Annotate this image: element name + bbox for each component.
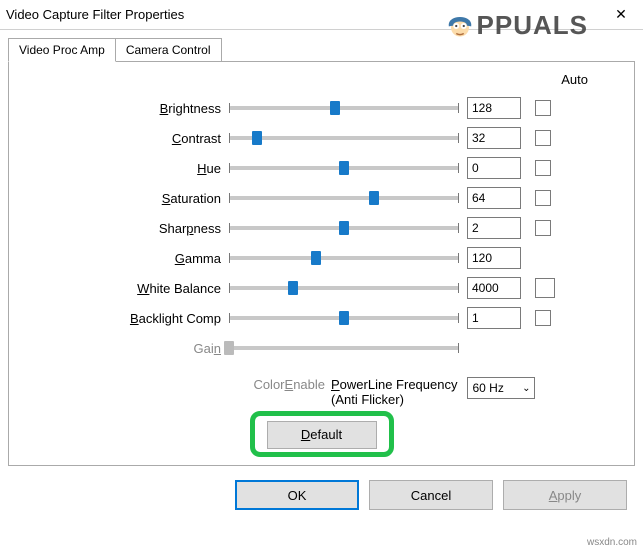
sub-row: ColorEnable PowerLine Frequency (Anti Fl… xyxy=(21,377,622,407)
row-gamma: Gamma xyxy=(21,243,622,273)
tab-strip: Video Proc Amp Camera Control xyxy=(8,38,635,62)
contrast-slider-thumb[interactable] xyxy=(252,131,262,145)
row-backlight: Backlight Comp xyxy=(21,303,622,333)
powerline-value: 60 Hz xyxy=(472,381,503,395)
saturation-slider[interactable] xyxy=(229,196,459,200)
hue-slider[interactable] xyxy=(229,166,459,170)
colorenable-label: ColorEnable xyxy=(253,377,325,392)
auto-column-header: Auto xyxy=(21,72,622,87)
whitebalance-label: White Balance xyxy=(21,281,221,296)
brightness-auto-checkbox[interactable] xyxy=(535,100,551,116)
row-sharpness: Sharpness xyxy=(21,213,622,243)
gamma-label: Gamma xyxy=(21,251,221,266)
gain-slider xyxy=(229,346,459,350)
row-brightness: Brightness xyxy=(21,93,622,123)
saturation-slider-thumb[interactable] xyxy=(369,191,379,205)
sharpness-slider-thumb[interactable] xyxy=(339,221,349,235)
gain-slider-thumb xyxy=(224,341,234,355)
contrast-label: Contrast xyxy=(21,131,221,146)
sharpness-slider[interactable] xyxy=(229,226,459,230)
whitebalance-slider-thumb[interactable] xyxy=(288,281,298,295)
gamma-slider[interactable] xyxy=(229,256,459,260)
brightness-value-input[interactable] xyxy=(467,97,521,119)
whitebalance-auto-checkbox[interactable] xyxy=(535,278,555,298)
contrast-auto-checkbox[interactable] xyxy=(535,130,551,146)
gamma-value-input[interactable] xyxy=(467,247,521,269)
contrast-value-input[interactable] xyxy=(467,127,521,149)
saturation-value-input[interactable] xyxy=(467,187,521,209)
saturation-label: Saturation xyxy=(21,191,221,206)
row-hue: Hue xyxy=(21,153,622,183)
backlight-label: Backlight Comp xyxy=(21,311,221,326)
default-button[interactable]: Default xyxy=(267,421,377,449)
row-whitebalance: White Balance xyxy=(21,273,622,303)
footer-label: wsxdn.com xyxy=(587,537,637,548)
gain-label: Gain xyxy=(21,341,221,356)
whitebalance-slider[interactable] xyxy=(229,286,459,290)
contrast-slider[interactable] xyxy=(229,136,459,140)
ok-button[interactable]: OK xyxy=(235,480,359,510)
backlight-slider[interactable] xyxy=(229,316,459,320)
powerline-label: PowerLine Frequency (Anti Flicker) xyxy=(331,377,457,407)
row-contrast: Contrast xyxy=(21,123,622,153)
backlight-auto-checkbox[interactable] xyxy=(535,310,551,326)
cancel-button[interactable]: Cancel xyxy=(369,480,493,510)
gamma-slider-thumb[interactable] xyxy=(311,251,321,265)
backlight-slider-thumb[interactable] xyxy=(339,311,349,325)
tab-video-proc-amp[interactable]: Video Proc Amp xyxy=(8,38,116,62)
hue-auto-checkbox[interactable] xyxy=(535,160,551,176)
title-bar: Video Capture Filter Properties ✕ xyxy=(0,0,643,30)
hue-label: Hue xyxy=(21,161,221,176)
window-title: Video Capture Filter Properties xyxy=(6,7,599,22)
apply-button[interactable]: Apply xyxy=(503,480,627,510)
sharpness-auto-checkbox[interactable] xyxy=(535,220,551,236)
row-gain: Gain xyxy=(21,333,622,363)
sharpness-value-input[interactable] xyxy=(467,217,521,239)
powerline-select[interactable]: 60 Hz ⌄ xyxy=(467,377,535,399)
sharpness-label: Sharpness xyxy=(21,221,221,236)
backlight-value-input[interactable] xyxy=(467,307,521,329)
row-saturation: Saturation xyxy=(21,183,622,213)
brightness-slider-thumb[interactable] xyxy=(330,101,340,115)
hue-slider-thumb[interactable] xyxy=(339,161,349,175)
tab-camera-control[interactable]: Camera Control xyxy=(115,38,222,62)
saturation-auto-checkbox[interactable] xyxy=(535,190,551,206)
brightness-slider[interactable] xyxy=(229,106,459,110)
chevron-down-icon: ⌄ xyxy=(522,383,530,394)
tab-panel-video-proc-amp: Auto Brightness Contrast Hue Saturation Shar… xyxy=(8,61,635,466)
hue-value-input[interactable] xyxy=(467,157,521,179)
whitebalance-value-input[interactable] xyxy=(467,277,521,299)
brightness-label: Brightness xyxy=(21,101,221,116)
close-icon[interactable]: ✕ xyxy=(599,0,643,30)
slider-rows: Brightness Contrast Hue Saturation Sharpness… xyxy=(21,93,622,363)
dialog-button-row: OK Cancel Apply xyxy=(0,466,643,520)
